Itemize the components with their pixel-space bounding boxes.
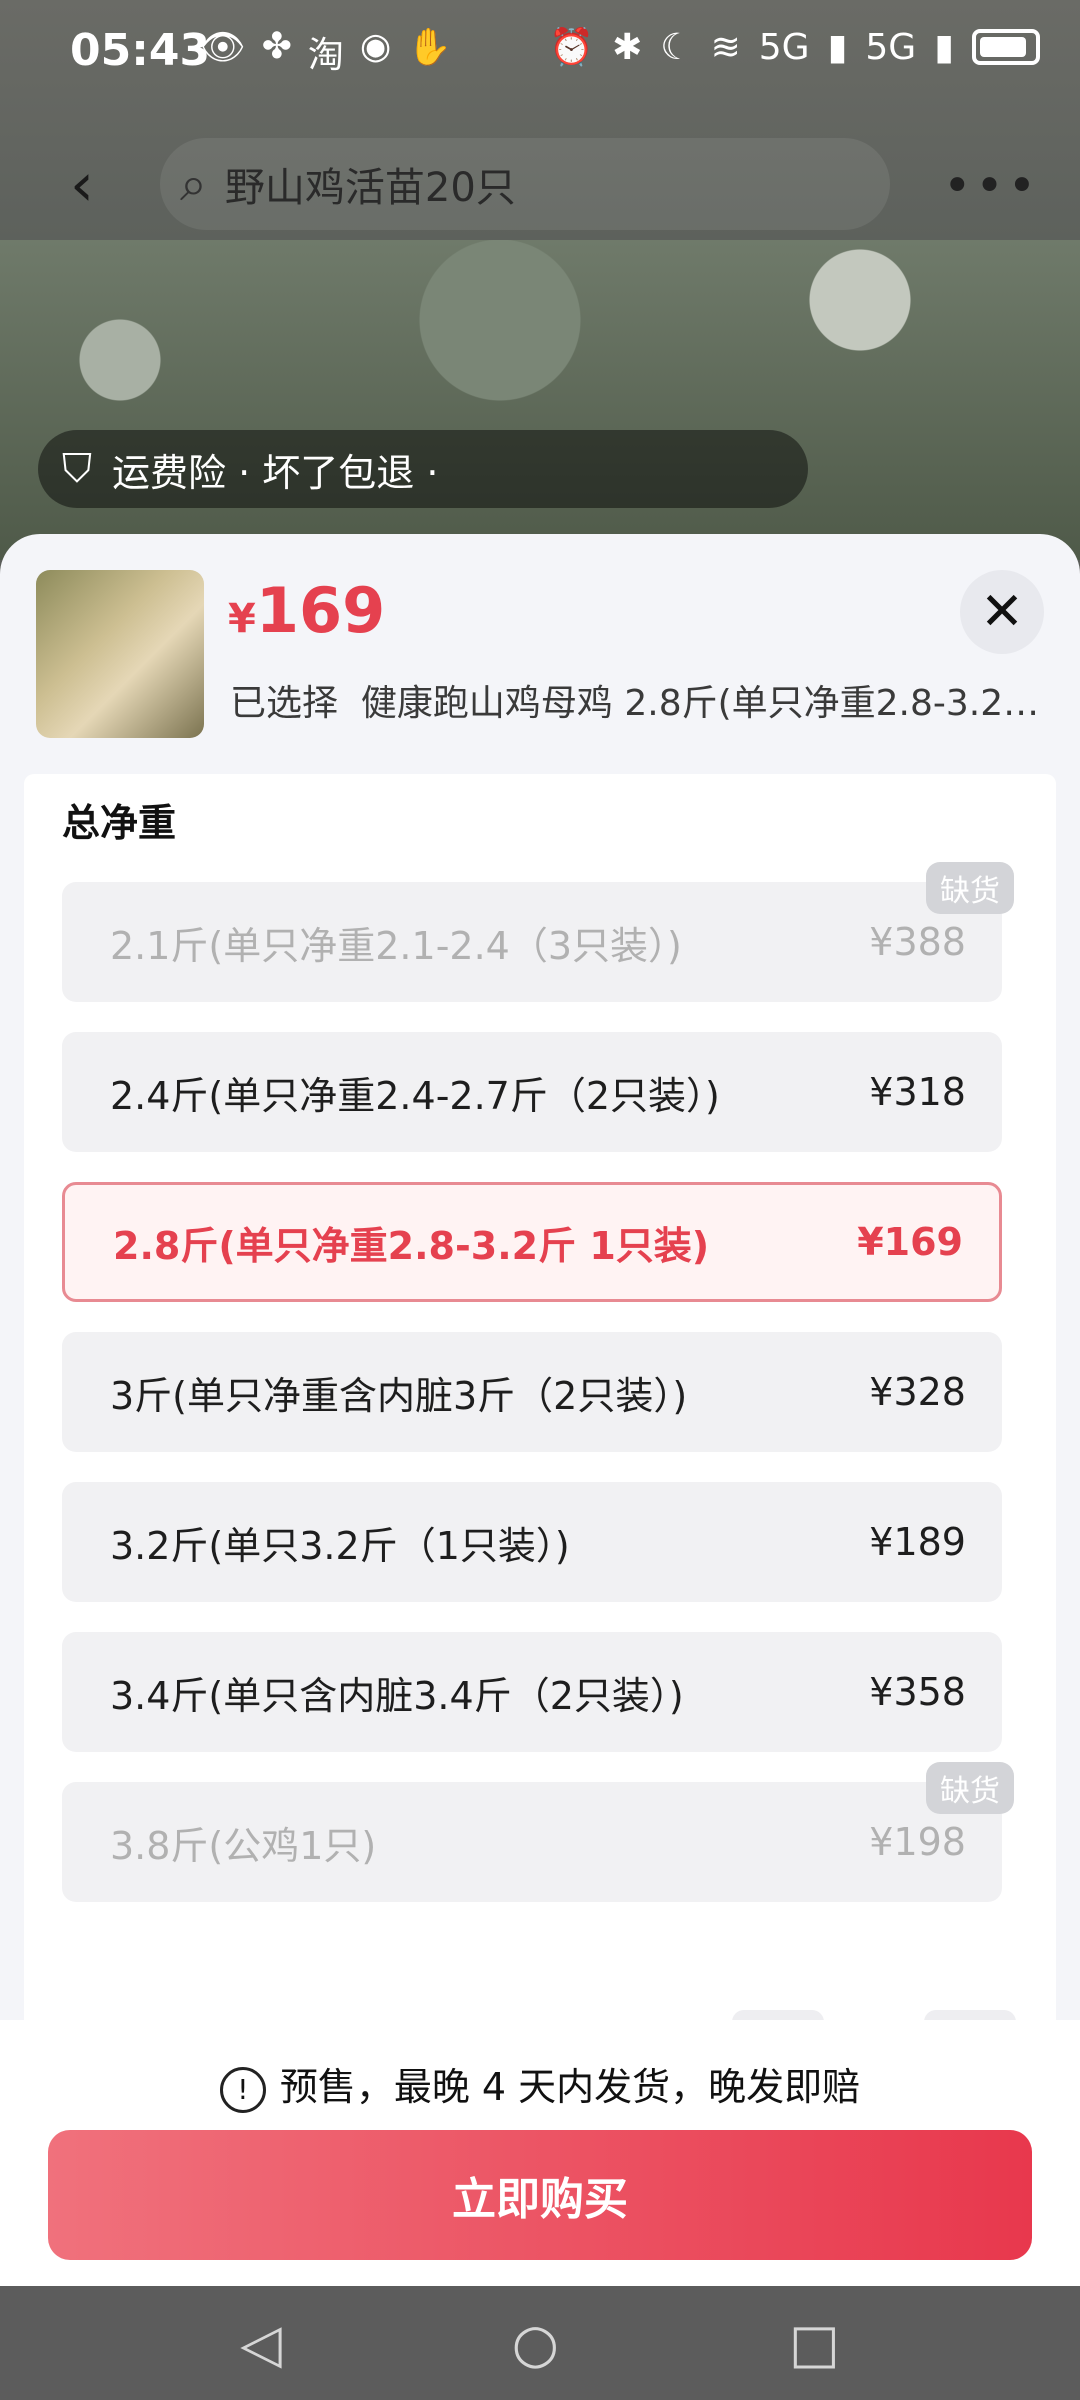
out-of-stock-badge: 缺货 (926, 862, 1014, 914)
bluetooth-icon: ✱ (612, 26, 643, 68)
moon-icon: ☾ (660, 26, 693, 68)
back-button[interactable]: ‹ (70, 150, 94, 220)
option-price: ¥358 (869, 1670, 966, 1714)
search-icon: ⌕ (180, 155, 207, 212)
selected-value: 健康跑山鸡母鸡 2.8斤(单只净重2.8-3.2斤… (360, 683, 1040, 724)
out-of-stock-badge: 缺货 (926, 1762, 1014, 1814)
option-price: ¥328 (869, 1370, 966, 1414)
selected-label: 已选择 (230, 683, 339, 724)
option-item[interactable]: 3.8斤(公鸡1只) ¥198 缺货 (62, 1762, 1014, 1902)
option-item[interactable]: 2.4斤(单只净重2.4-2.7斤（2只装）) ¥318 (62, 1032, 1002, 1152)
option-label: 2.1斤(单只净重2.1-2.4（3只装）) (110, 923, 682, 968)
notice-text: 预售，最晚 4 天内发货，晚发即赔 (279, 2065, 861, 2109)
home-circle-icon[interactable]: ○ (512, 2312, 559, 2375)
signal-label-2: 5G (865, 26, 917, 68)
info-icon: ! (219, 2066, 266, 2113)
wifi-icon: ≋ (710, 26, 741, 68)
signal-icon: ▮ (827, 26, 848, 68)
selected-summary: 已选择 健康跑山鸡母鸡 2.8斤(单只净重2.8-3.2斤… (230, 674, 1040, 726)
more-options-button[interactable]: ••• (943, 158, 1040, 214)
option-item[interactable]: 3.2斤(单只3.2斤（1只装）) ¥189 (62, 1482, 1002, 1602)
option-label: 3.8斤(公鸡1只) (110, 1823, 377, 1868)
option-label: 2.8斤(单只净重2.8-3.2斤 1只装) (113, 1223, 710, 1268)
close-icon: ✕ (980, 582, 1024, 642)
shipping-notice: ! 预售，最晚 4 天内发货，晚发即赔 (0, 2056, 1080, 2113)
product-photo-background (0, 240, 1080, 560)
price-currency: ¥ (228, 596, 256, 642)
option-price: ¥318 (869, 1070, 966, 1114)
purchase-footer: ! 预售，最晚 4 天内发货，晚发即赔 立即购买 (0, 2020, 1080, 2286)
recents-square-icon[interactable]: □ (789, 2312, 840, 2375)
service-banner: ⛉ 运费险 · 坏了包退 · (38, 430, 808, 508)
back-triangle-icon[interactable]: ◁ (240, 2312, 282, 2375)
status-right-icons: ⏰ ✱ ☾ ≋ 5G ▮ 5G ▮ (549, 26, 1040, 68)
search-query: 野山鸡活苗20只 (224, 165, 516, 211)
status-time: 05:43 (70, 25, 211, 76)
alarm-icon: ⏰ (549, 27, 595, 68)
hand-icon: ✋ (407, 27, 453, 68)
taobao-icon: 淘 (307, 35, 344, 76)
product-thumbnail[interactable] (36, 570, 204, 738)
option-price: ¥189 (869, 1520, 966, 1564)
status-left-icons: 👁 ✤ 淘 ◉ ✋ (200, 26, 452, 78)
signal-label-1: 5G (758, 26, 810, 68)
price-amount: 169 (255, 574, 386, 647)
option-item[interactable]: 3斤(单只净重含内脏3斤（2只装）) ¥328 (62, 1332, 1002, 1452)
option-label: 2.4斤(单只净重2.4-2.7斤（2只装）) (110, 1073, 720, 1118)
battery-icon (972, 29, 1040, 65)
weibo-icon: ◉ (359, 26, 392, 67)
top-nav: ‹ ⌕ 野山鸡活苗20只 ••• (0, 110, 1080, 240)
buy-now-button[interactable]: 立即购买 (48, 2130, 1032, 2260)
eye-icon: 👁 (200, 27, 246, 68)
price: ¥169 (228, 574, 385, 647)
option-label: 3.2斤(单只3.2斤（1只装）) (110, 1523, 570, 1568)
option-price: ¥388 (869, 920, 966, 964)
options-panel: 总净重 2.1斤(单只净重2.1-2.4（3只装）) ¥388 缺货 2.4斤(… (24, 774, 1056, 2070)
pinwheel-icon: ✤ (261, 26, 292, 67)
option-item-selected[interactable]: 2.8斤(单只净重2.8-3.2斤 1只装) ¥169 (62, 1182, 1002, 1302)
shield-check-icon: ⛉ (62, 446, 92, 492)
system-navigation-bar: ◁ ○ □ (0, 2286, 1080, 2400)
search-bar[interactable]: ⌕ 野山鸡活苗20只 (160, 138, 890, 230)
option-price: ¥198 (869, 1820, 966, 1864)
signal-icon: ▮ (934, 26, 954, 68)
status-bar: 05:43 👁 ✤ 淘 ◉ ✋ ⏰ ✱ ☾ ≋ 5G ▮ 5G ▮ (0, 0, 1080, 100)
banner-text: 运费险 · 坏了包退 · (112, 450, 439, 495)
option-label: 3.4斤(单只含内脏3.4斤（2只装）) (110, 1673, 684, 1718)
option-label: 3斤(单只净重含内脏3斤（2只装）) (110, 1373, 688, 1418)
option-item[interactable]: 3.4斤(单只含内脏3.4斤（2只装）) ¥358 (62, 1632, 1002, 1752)
option-item[interactable]: 2.1斤(单只净重2.1-2.4（3只装）) ¥388 缺货 (62, 862, 1014, 1002)
section-title: 总净重 (62, 801, 177, 845)
option-price: ¥169 (857, 1220, 963, 1264)
close-button[interactable]: ✕ (960, 570, 1044, 654)
